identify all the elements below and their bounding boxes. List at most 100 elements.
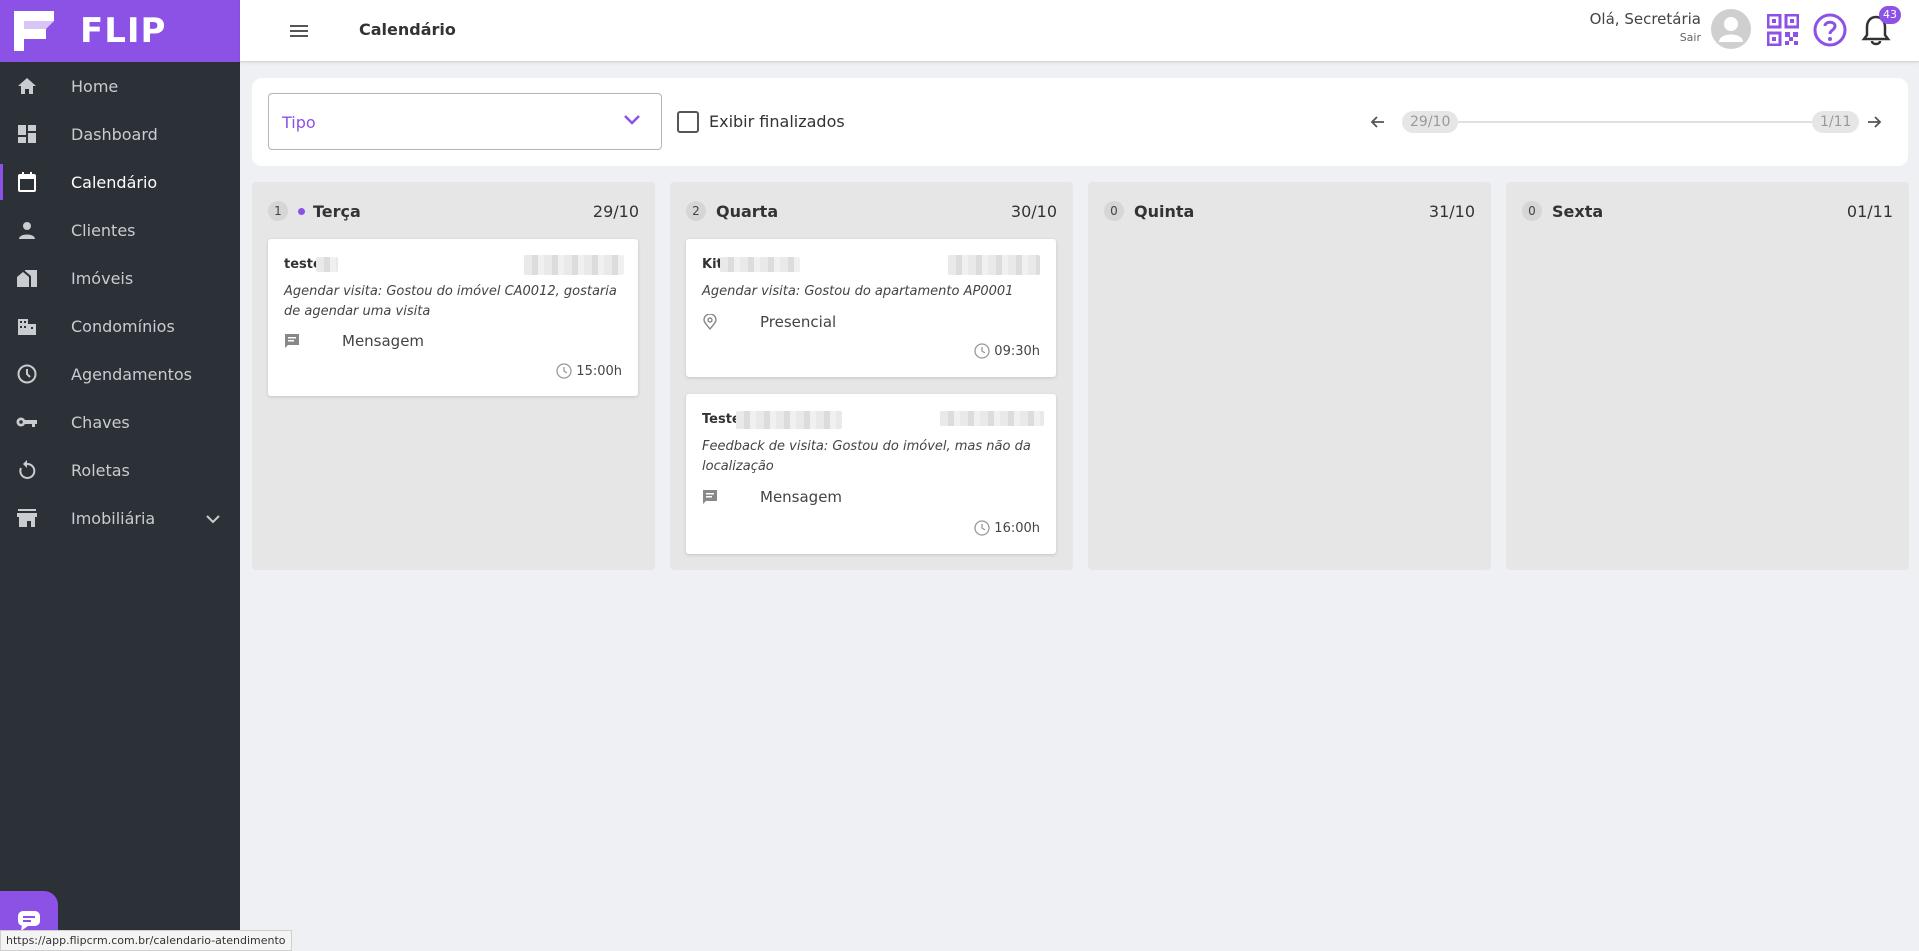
sidebar-item-label: Dashboard	[71, 124, 158, 144]
sidebar-item-condominios[interactable]: Condomínios	[0, 302, 240, 350]
person-icon	[1719, 17, 1743, 42]
day-count-badge: 0	[1104, 201, 1124, 221]
appointment-time-label: 09:30h	[994, 343, 1040, 359]
clock-icon	[556, 363, 572, 379]
clock-icon	[974, 520, 990, 536]
sidebar-item-label: Imobiliária	[71, 508, 156, 528]
chevron-down-icon[interactable]	[206, 509, 220, 528]
day-column-quarta: 2 Quarta 30/10 Kit Agendar visita: Gosto…	[670, 182, 1073, 570]
day-date: 31/10	[1428, 201, 1475, 221]
sidebar-item-agendamentos[interactable]: Agendamentos	[0, 350, 240, 398]
day-date: 01/11	[1846, 201, 1893, 221]
logout-link[interactable]: Sair	[1590, 31, 1701, 44]
appointment-type-label: Mensagem	[342, 332, 425, 350]
message-icon	[702, 489, 718, 505]
day-column-quinta: 0 Quinta 31/10	[1088, 182, 1491, 570]
logo-text: FLIP	[80, 11, 167, 51]
redacted-text	[524, 255, 624, 275]
client-name: Teste	[702, 412, 741, 427]
sidebar-nav: Home Dashboard Calendário Clientes Imóve…	[0, 62, 240, 542]
today-dot	[298, 207, 305, 215]
sidebar-item-imobiliaria[interactable]: Imobiliária	[0, 494, 240, 542]
arrow-left-icon[interactable]	[1368, 112, 1388, 132]
appointment-time: 15:00h	[556, 363, 622, 379]
calendar-icon	[16, 171, 38, 193]
location-pin-icon	[702, 314, 718, 330]
sidebar-item-chaves[interactable]: Chaves	[0, 398, 240, 446]
appointment-time-label: 16:00h	[994, 520, 1040, 536]
status-url: https://app.flipcrm.com.br/calendario-at…	[0, 930, 292, 951]
filter-bar: Tipo Exibir finalizados 29/10 1/11	[252, 78, 1908, 166]
sidebar-item-home[interactable]: Home	[0, 62, 240, 110]
range-start-chip[interactable]: 29/10	[1402, 111, 1459, 133]
range-end-chip[interactable]: 1/11	[1812, 111, 1860, 133]
sidebar-item-label: Chaves	[71, 412, 130, 432]
flip-logo-icon	[14, 11, 54, 51]
tipo-select-label: Tipo	[282, 113, 316, 132]
dashboard-icon	[16, 123, 38, 145]
message-icon	[284, 333, 300, 349]
appointment-type-label: Presencial	[760, 313, 837, 331]
redacted-text	[316, 257, 338, 272]
day-column-header: 0 Sexta 01/11	[1522, 199, 1893, 223]
sidebar-item-roletas[interactable]: Roletas	[0, 446, 240, 494]
redacted-text	[736, 411, 842, 429]
avatar[interactable]	[1711, 9, 1751, 49]
chat-icon	[18, 911, 40, 931]
day-name: Terça	[313, 201, 361, 221]
appointment-time: 16:00h	[974, 520, 1040, 536]
day-count-badge: 1	[268, 201, 288, 221]
clock-icon	[974, 343, 990, 359]
menu-icon[interactable]	[288, 20, 310, 42]
appointment-description: Agendar visita: Gostou do imóvel CA0012,…	[284, 284, 617, 319]
qr-code-icon[interactable]	[1767, 14, 1799, 46]
sidebar-item-label: Agendamentos	[71, 364, 193, 384]
house-icon	[16, 267, 38, 289]
sidebar-item-label: Condomínios	[71, 316, 175, 336]
appointment-card[interactable]: teste Agendar visita: Gostou do imóvel C…	[268, 239, 638, 396]
day-column-header: 0 Quinta 31/10	[1104, 199, 1475, 223]
tipo-select[interactable]: Tipo	[268, 93, 662, 150]
user-greeting: Olá, Secretária Sair	[1590, 10, 1701, 44]
redacted-text	[720, 257, 800, 272]
sidebar-item-label: Imóveis	[71, 268, 134, 288]
show-finished-checkbox[interactable]	[677, 111, 699, 133]
sidebar-item-imoveis[interactable]: Imóveis	[0, 254, 240, 302]
help-icon[interactable]	[1813, 13, 1847, 47]
appointment-type: Mensagem	[702, 488, 842, 506]
appointment-description: Agendar visita: Gostou do apartamento AP…	[702, 284, 1014, 299]
appointment-card[interactable]: Teste Feedback de visita: Gostou do imóv…	[686, 394, 1056, 554]
day-column-terca: 1 Terça 29/10 teste Agendar visita: Gost…	[252, 182, 655, 570]
sidebar-item-dashboard[interactable]: Dashboard	[0, 110, 240, 158]
sidebar-item-label: Calendário	[71, 172, 158, 192]
key-icon	[16, 411, 38, 433]
redacted-text	[940, 411, 1044, 426]
day-column-sexta: 0 Sexta 01/11	[1506, 182, 1909, 570]
appointment-type: Mensagem	[284, 332, 424, 350]
day-date: 30/10	[1010, 201, 1057, 221]
page-title: Calendário	[359, 20, 456, 39]
date-range-track[interactable]	[1402, 121, 1852, 123]
sidebar-item-calendario[interactable]: Calendário	[0, 158, 240, 206]
day-name: Quarta	[716, 201, 779, 221]
logo[interactable]: FLIP	[0, 0, 240, 62]
show-finished-label: Exibir finalizados	[709, 112, 845, 131]
day-date: 29/10	[592, 201, 639, 221]
appointment-card[interactable]: Kit Agendar visita: Gostou do apartament…	[686, 239, 1056, 377]
sidebar-item-label: Roletas	[71, 460, 130, 480]
clock-icon	[16, 363, 38, 385]
sidebar-item-clientes[interactable]: Clientes	[0, 206, 240, 254]
notification-badge: 43	[1879, 6, 1901, 24]
day-name: Sexta	[1552, 201, 1604, 221]
sidebar: FLIP Home Dashboard Calendário Clientes …	[0, 0, 240, 951]
top-header: Calendário Olá, Secretária Sair 43	[240, 0, 1919, 62]
arrow-right-icon[interactable]	[1864, 112, 1884, 132]
greeting-text: Olá, Secretária	[1589, 10, 1701, 28]
person-icon	[16, 219, 38, 241]
day-count-badge: 0	[1522, 201, 1542, 221]
day-count-badge: 2	[686, 201, 706, 221]
rotate-icon	[16, 459, 38, 481]
sidebar-item-label: Clientes	[71, 220, 136, 240]
appointment-time-label: 15:00h	[576, 363, 622, 379]
day-column-header: 2 Quarta 30/10	[686, 199, 1057, 223]
